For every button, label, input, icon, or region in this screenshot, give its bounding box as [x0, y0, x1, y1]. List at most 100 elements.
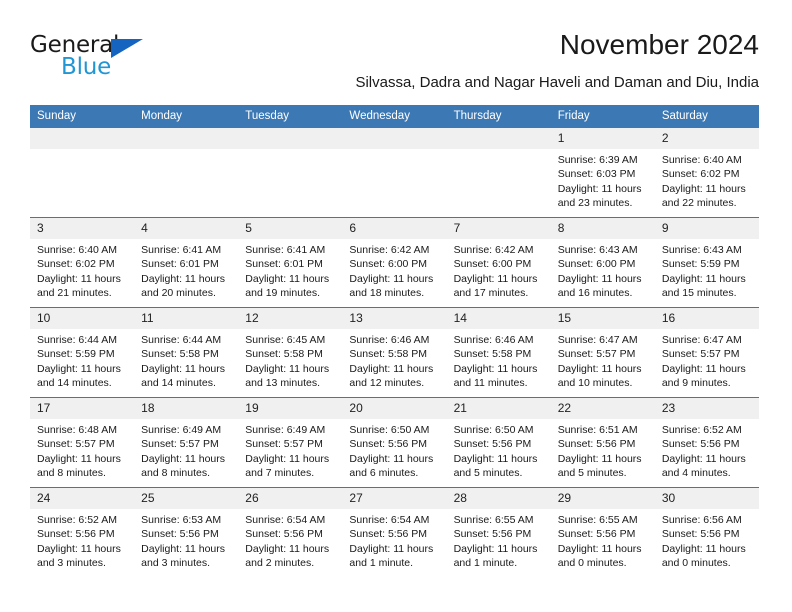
day-cell[interactable]: 9 Sunrise: 6:43 AM Sunset: 5:59 PM Dayli… [654, 217, 759, 308]
day-cell[interactable]: 13 Sunrise: 6:46 AM Sunset: 5:58 PM Dayl… [342, 307, 447, 398]
sunset-text: Sunset: 5:58 PM [453, 348, 532, 361]
weekday-header-tuesday: Tuesday [238, 105, 343, 128]
day-cell [238, 127, 343, 218]
day-details: Sunrise: 6:39 AM Sunset: 6:03 PM Dayligh… [551, 149, 655, 210]
day-cell[interactable]: 17 Sunrise: 6:48 AM Sunset: 5:57 PM Dayl… [30, 397, 135, 488]
daylight-text-line2: and 3 minutes. [37, 556, 106, 569]
weekday-header-wednesday: Wednesday [342, 105, 447, 128]
sunrise-text: Sunrise: 6:41 AM [245, 244, 326, 256]
day-details: Sunrise: 6:51 AM Sunset: 5:56 PM Dayligh… [551, 419, 655, 480]
sunrise-text: Sunrise: 6:52 AM [661, 424, 742, 436]
day-cell[interactable]: 29 Sunrise: 6:55 AM Sunset: 5:56 PM Dayl… [550, 487, 655, 577]
day-cell[interactable]: 23 Sunrise: 6:52 AM Sunset: 5:56 PM Dayl… [654, 397, 759, 488]
day-number: 3 [30, 218, 135, 239]
sunrise-text: Sunrise: 6:51 AM [557, 424, 638, 436]
sunset-text: Sunset: 5:56 PM [349, 438, 428, 451]
daylight-text-line2: and 1 minute. [453, 556, 518, 569]
day-cell[interactable]: 8 Sunrise: 6:43 AM Sunset: 6:00 PM Dayli… [550, 217, 655, 308]
daylight-text-line1: Daylight: 11 hours [141, 542, 225, 555]
day-number: 16 [654, 308, 759, 329]
sunrise-text: Sunrise: 6:44 AM [37, 334, 117, 346]
sunrise-text: Sunrise: 6:45 AM [245, 334, 326, 346]
week-row: 1 Sunrise: 6:39 AM Sunset: 6:03 PM Dayli… [30, 127, 759, 218]
day-cell[interactable]: 30 Sunrise: 6:56 AM Sunset: 5:56 PM Dayl… [654, 487, 759, 577]
day-details: Sunrise: 6:55 AM Sunset: 5:56 PM Dayligh… [551, 509, 655, 570]
day-cell[interactable]: 11 Sunrise: 6:44 AM Sunset: 5:58 PM Dayl… [134, 307, 239, 398]
day-number: 1 [550, 128, 655, 149]
day-cell[interactable]: 2 Sunrise: 6:40 AM Sunset: 6:02 PM Dayli… [654, 127, 759, 218]
day-cell[interactable]: 28 Sunrise: 6:55 AM Sunset: 5:56 PM Dayl… [446, 487, 551, 577]
day-cell[interactable]: 14 Sunrise: 6:46 AM Sunset: 5:58 PM Dayl… [446, 307, 551, 398]
day-details: Sunrise: 6:44 AM Sunset: 5:58 PM Dayligh… [134, 329, 238, 390]
triangle-icon [111, 39, 143, 58]
sunset-text: Sunset: 5:57 PM [661, 348, 740, 361]
daylight-text-line2: and 4 minutes. [661, 466, 731, 479]
day-details [30, 149, 134, 153]
day-cell[interactable]: 26 Sunrise: 6:54 AM Sunset: 5:56 PM Dayl… [238, 487, 343, 577]
sunrise-text: Sunrise: 6:39 AM [557, 154, 638, 166]
day-cell[interactable]: 6 Sunrise: 6:42 AM Sunset: 6:00 PM Dayli… [342, 217, 447, 308]
daylight-text-line2: and 5 minutes. [557, 466, 627, 479]
day-cell[interactable]: 7 Sunrise: 6:42 AM Sunset: 6:00 PM Dayli… [446, 217, 551, 308]
day-number: 27 [342, 488, 447, 509]
day-cell[interactable]: 19 Sunrise: 6:49 AM Sunset: 5:57 PM Dayl… [238, 397, 343, 488]
daylight-text-line2: and 11 minutes. [453, 376, 528, 389]
day-cell[interactable]: 18 Sunrise: 6:49 AM Sunset: 5:57 PM Dayl… [134, 397, 239, 488]
sunset-text: Sunset: 5:57 PM [37, 438, 115, 451]
day-details: Sunrise: 6:42 AM Sunset: 6:00 PM Dayligh… [342, 239, 446, 300]
sunset-text: Sunset: 6:03 PM [557, 168, 636, 181]
general-blue-logo[interactable]: General Blue [30, 32, 230, 88]
sunrise-text: Sunrise: 6:42 AM [453, 244, 534, 256]
day-details: Sunrise: 6:41 AM Sunset: 6:01 PM Dayligh… [134, 239, 238, 300]
sunrise-text: Sunrise: 6:55 AM [453, 514, 534, 526]
day-number: 5 [238, 218, 343, 239]
day-details [238, 149, 342, 153]
sunrise-text: Sunrise: 6:47 AM [557, 334, 638, 346]
sunset-text: Sunset: 6:01 PM [141, 258, 219, 271]
daylight-text-line2: and 21 minutes. [37, 286, 112, 299]
day-details: Sunrise: 6:50 AM Sunset: 5:56 PM Dayligh… [342, 419, 446, 480]
day-number: 11 [134, 308, 239, 329]
daylight-text-line1: Daylight: 11 hours [37, 452, 121, 465]
daylight-text-line2: and 14 minutes. [37, 376, 112, 389]
sunset-text: Sunset: 5:56 PM [245, 528, 323, 541]
sunrise-text: Sunrise: 6:49 AM [245, 424, 326, 436]
weekday-header-monday: Monday [134, 105, 239, 128]
sunset-text: Sunset: 5:58 PM [349, 348, 428, 361]
sunset-text: Sunset: 5:57 PM [245, 438, 323, 451]
day-details [342, 149, 446, 153]
day-cell[interactable]: 24 Sunrise: 6:52 AM Sunset: 5:56 PM Dayl… [30, 487, 135, 577]
day-cell[interactable]: 27 Sunrise: 6:54 AM Sunset: 5:56 PM Dayl… [342, 487, 447, 577]
sunset-text: Sunset: 6:00 PM [349, 258, 428, 271]
sunset-text: Sunset: 5:56 PM [661, 528, 740, 541]
daylight-text-line1: Daylight: 11 hours [141, 272, 225, 285]
day-details: Sunrise: 6:42 AM Sunset: 6:00 PM Dayligh… [447, 239, 551, 300]
day-cell[interactable]: 12 Sunrise: 6:45 AM Sunset: 5:58 PM Dayl… [238, 307, 343, 398]
day-cell[interactable]: 21 Sunrise: 6:50 AM Sunset: 5:56 PM Dayl… [446, 397, 551, 488]
daylight-text-line2: and 14 minutes. [141, 376, 216, 389]
day-cell[interactable]: 15 Sunrise: 6:47 AM Sunset: 5:57 PM Dayl… [550, 307, 655, 398]
day-cell[interactable]: 25 Sunrise: 6:53 AM Sunset: 5:56 PM Dayl… [134, 487, 239, 577]
daylight-text-line2: and 15 minutes. [661, 286, 737, 299]
day-number: 8 [550, 218, 655, 239]
day-cell[interactable]: 16 Sunrise: 6:47 AM Sunset: 5:57 PM Dayl… [654, 307, 759, 398]
day-details: Sunrise: 6:46 AM Sunset: 5:58 PM Dayligh… [342, 329, 446, 390]
day-cell[interactable]: 22 Sunrise: 6:51 AM Sunset: 5:56 PM Dayl… [550, 397, 655, 488]
day-cell[interactable]: 3 Sunrise: 6:40 AM Sunset: 6:02 PM Dayli… [30, 217, 135, 308]
day-cell[interactable]: 1 Sunrise: 6:39 AM Sunset: 6:03 PM Dayli… [550, 127, 655, 218]
day-cell[interactable]: 10 Sunrise: 6:44 AM Sunset: 5:59 PM Dayl… [30, 307, 135, 398]
sunset-text: Sunset: 6:02 PM [37, 258, 115, 271]
daylight-text-line2: and 8 minutes. [141, 466, 211, 479]
daylight-text-line1: Daylight: 11 hours [661, 452, 746, 465]
daylight-text-line1: Daylight: 11 hours [37, 362, 121, 375]
day-details: Sunrise: 6:40 AM Sunset: 6:02 PM Dayligh… [655, 149, 759, 210]
day-number: 2 [654, 128, 759, 149]
daylight-text-line1: Daylight: 11 hours [245, 362, 330, 375]
day-cell[interactable]: 4 Sunrise: 6:41 AM Sunset: 6:01 PM Dayli… [134, 217, 239, 308]
day-cell[interactable]: 5 Sunrise: 6:41 AM Sunset: 6:01 PM Dayli… [238, 217, 343, 308]
day-details: Sunrise: 6:47 AM Sunset: 5:57 PM Dayligh… [551, 329, 655, 390]
sunrise-text: Sunrise: 6:56 AM [661, 514, 742, 526]
weekday-header-thursday: Thursday [446, 105, 551, 128]
day-cell[interactable]: 20 Sunrise: 6:50 AM Sunset: 5:56 PM Dayl… [342, 397, 447, 488]
day-details: Sunrise: 6:43 AM Sunset: 6:00 PM Dayligh… [551, 239, 655, 300]
